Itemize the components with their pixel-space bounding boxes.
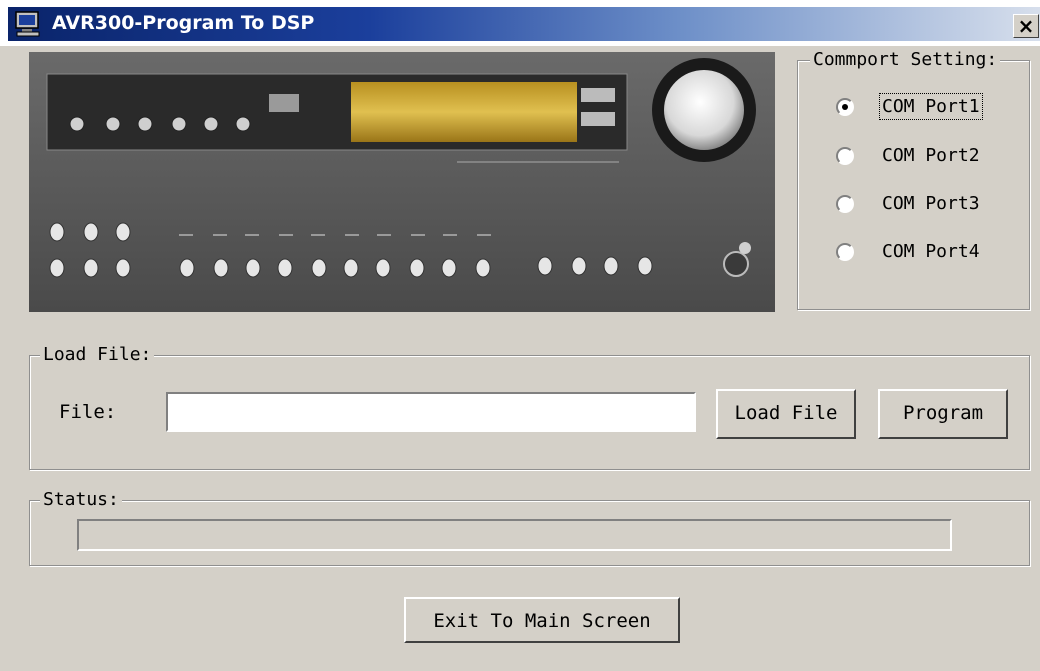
title-bar-background: AVR300-Program To DSP [8, 7, 1040, 41]
window-title: AVR300-Program To DSP [52, 12, 315, 34]
radio-label[interactable]: COM Port4 [882, 241, 980, 262]
load-file-button[interactable]: Load File [716, 389, 856, 439]
computer-icon [14, 11, 42, 37]
status-group: Status: [29, 489, 1030, 566]
load-file-group: Load File: File: Load File Program [29, 344, 1030, 470]
radio-button[interactable] [836, 147, 854, 165]
title-bar: AVR300-Program To DSP × [0, 0, 1040, 46]
status-legend: Status: [40, 489, 122, 510]
close-button[interactable]: × [1013, 14, 1039, 38]
radio-label[interactable]: COM Port1 [879, 93, 983, 120]
radio-label[interactable]: COM Port2 [882, 145, 980, 166]
radio-button[interactable] [836, 243, 854, 261]
file-path-field[interactable] [166, 392, 696, 432]
radio-label[interactable]: COM Port3 [882, 193, 980, 214]
program-button[interactable]: Program [878, 389, 1008, 439]
radio-button[interactable] [836, 195, 854, 213]
commport-setting-group: Commport Setting: COM Port1 COM Port2 CO… [797, 49, 1030, 310]
exit-to-main-screen-button[interactable]: Exit To Main Screen [404, 597, 680, 643]
device-front-panel-image [29, 52, 775, 312]
close-icon: × [1017, 14, 1035, 38]
status-progress-bar [77, 519, 952, 551]
commport-setting-legend: Commport Setting: [810, 49, 1001, 70]
radio-button[interactable] [836, 98, 854, 116]
file-label: File: [59, 401, 117, 423]
load-file-legend: Load File: [40, 344, 155, 365]
radio-selected-dot [842, 104, 848, 110]
